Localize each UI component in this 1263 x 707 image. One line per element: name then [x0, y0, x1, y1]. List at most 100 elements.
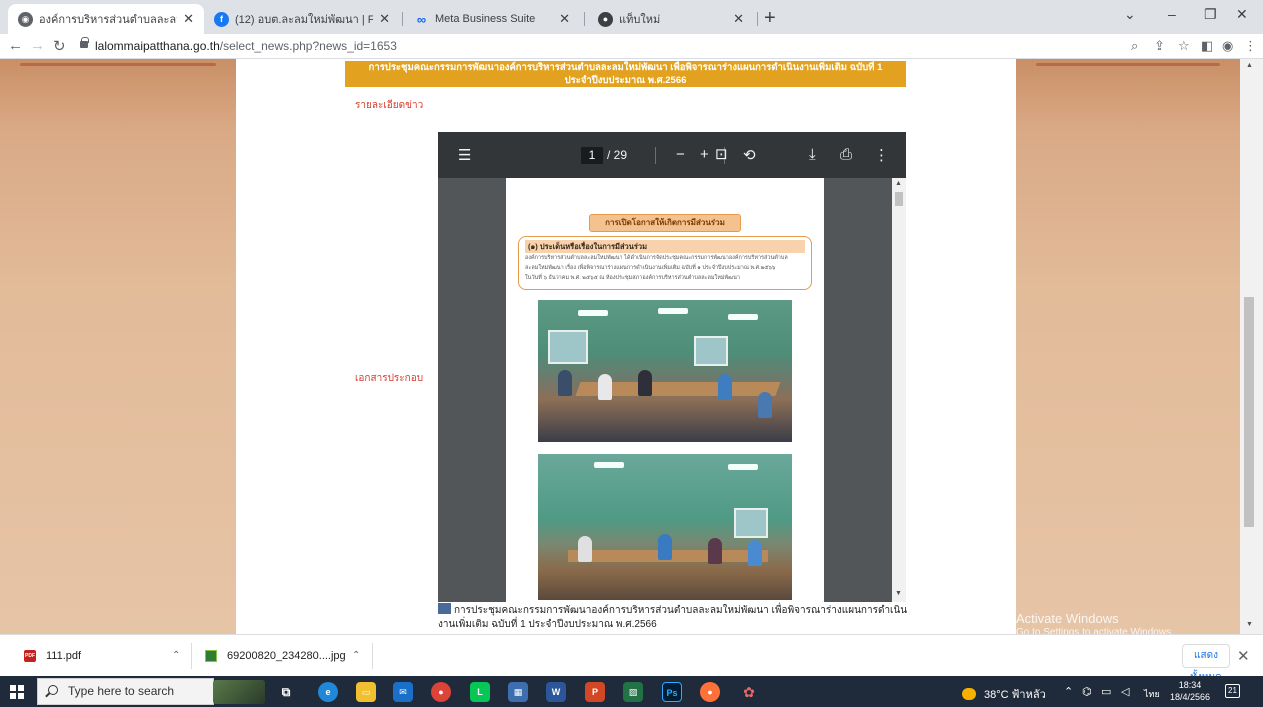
- browser-toolbar: ← → ↻ lalommaipatthana.go.th/select_news…: [0, 34, 1263, 59]
- show-all-downloads-button[interactable]: แสดงทั้งหมด: [1182, 644, 1230, 683]
- tab-title: องค์การบริหารส่วนตำบลละลมใหม่พัฒนา: [39, 14, 177, 26]
- rotate-icon[interactable]: ⟲: [743, 146, 756, 164]
- toolbar-divider: [655, 147, 656, 164]
- pdf-scroll-thumb[interactable]: [895, 192, 903, 206]
- download-divider: [191, 643, 192, 669]
- tab-search-icon[interactable]: ⌄: [1124, 6, 1136, 23]
- menu-kebab-icon[interactable]: ⋮: [1244, 38, 1257, 54]
- clock-date: 18/4/2566: [1170, 692, 1211, 702]
- photos-icon[interactable]: ▨: [623, 682, 643, 702]
- hamburger-menu-icon[interactable]: ☰: [458, 146, 471, 164]
- attachment-caption-text: การประชุมคณะกรรมการพัฒนาองค์การบริหารส่ว…: [438, 605, 908, 630]
- participation-box-title: (๑) ประเด็นหรือเรื่องในการมีส่วนร่วม: [525, 240, 805, 253]
- mail-icon[interactable]: ✉: [393, 682, 413, 702]
- url-host: lalommaipatthana.go.th: [95, 39, 220, 53]
- task-view-icon[interactable]: ⧉: [276, 682, 296, 702]
- new-tab-icon[interactable]: +: [764, 7, 776, 30]
- pdf-viewer[interactable]: ☰ 1 / 29 − + ⊡ ⟲ ⤓ ⎙ ⋮ การเปิดโอกาสให้เก…: [438, 132, 906, 602]
- zoom-icon[interactable]: ⌕: [1131, 38, 1138, 54]
- word-icon[interactable]: W: [546, 682, 566, 702]
- participation-text-line: ในวันที่ ๖ ธันวาคม พ.ศ. ๒๕๖๕ ณ ห้องประชุ…: [525, 275, 740, 281]
- restore-icon[interactable]: ❐: [1204, 6, 1217, 23]
- weather-sun-icon: [962, 688, 976, 700]
- page-scrollbar[interactable]: ▲ ▼: [1240, 59, 1263, 634]
- scroll-up-icon[interactable]: ▲: [895, 180, 902, 187]
- left-decoration: [0, 59, 236, 634]
- download-filename: 111.pdf: [46, 650, 82, 662]
- minimize-icon[interactable]: –: [1168, 6, 1176, 22]
- display-icon[interactable]: ▭: [1101, 685, 1111, 698]
- taskbar-search-box[interactable]: Type here to search: [37, 678, 214, 705]
- file-explorer-icon[interactable]: ▭: [356, 682, 376, 702]
- tab-new-tab[interactable]: ● แท็บใหม่ ✕: [588, 4, 754, 34]
- watermark-subtext: Go to Settings to activate Windows.: [1016, 627, 1174, 634]
- scroll-down-icon[interactable]: ▼: [1246, 621, 1253, 628]
- edge-icon[interactable]: e: [318, 682, 338, 702]
- more-options-icon[interactable]: ⋮: [874, 146, 889, 164]
- close-tab-icon[interactable]: ✕: [379, 11, 390, 27]
- close-tab-icon[interactable]: ✕: [183, 11, 194, 27]
- tab-lalommai[interactable]: ◉ องค์การบริหารส่วนตำบลละลมใหม่พัฒนา ✕: [8, 4, 204, 34]
- doc-heading: การเปิดโอกาสให้เกิดการมีส่วนร่วม: [589, 214, 741, 232]
- search-highlight-icon[interactable]: [213, 680, 265, 704]
- profile-avatar-icon[interactable]: ◉: [1222, 38, 1233, 54]
- reload-icon[interactable]: ↻: [53, 37, 66, 55]
- zoom-in-icon[interactable]: +: [700, 146, 709, 163]
- photoshop-icon[interactable]: Ps: [662, 682, 682, 702]
- scroll-down-icon[interactable]: ▼: [895, 590, 902, 597]
- globe-icon: ◉: [18, 11, 33, 27]
- close-tab-icon[interactable]: ✕: [559, 11, 570, 27]
- chevron-up-icon[interactable]: ⌃: [352, 650, 360, 661]
- side-panel-icon[interactable]: ◧: [1201, 38, 1213, 54]
- tab-meta-business-suite[interactable]: ∞ Meta Business Suite ✕: [404, 4, 580, 34]
- download-icon[interactable]: ⤓: [809, 146, 816, 163]
- firefox-icon[interactable]: ●: [700, 682, 720, 702]
- news-detail-label: รายละเอียดข่าว: [355, 100, 424, 111]
- weather-widget[interactable]: 38°C ฟ้าหลัว: [962, 685, 1046, 703]
- notification-center-icon[interactable]: 21: [1225, 684, 1240, 698]
- web-page: การประชุมคณะกรรมการพัฒนาองค์การบริหารส่ว…: [0, 59, 1263, 634]
- lock-icon: [80, 37, 89, 48]
- language-indicator[interactable]: ไทย: [1144, 687, 1160, 701]
- download-filename: 69200820_234280....jpg: [227, 650, 346, 662]
- close-tab-icon[interactable]: ✕: [733, 11, 744, 27]
- tab-strip: ◉ องค์การบริหารส่วนตำบลละลมใหม่พัฒนา ✕ f…: [0, 0, 1263, 34]
- app-icon[interactable]: ✿: [739, 682, 759, 702]
- download-item-jpg[interactable]: 69200820_234280....jpg: [205, 635, 346, 677]
- chevron-up-icon[interactable]: ⌃: [172, 650, 180, 661]
- attachment-caption[interactable]: การประชุมคณะกรรมการพัฒนาองค์การบริหารส่ว…: [438, 603, 908, 632]
- clock[interactable]: 18:34 18/4/2566: [1170, 679, 1210, 703]
- tray-overflow-icon[interactable]: ⌃: [1064, 685, 1073, 698]
- powerpoint-icon[interactable]: P: [585, 682, 605, 702]
- start-windows-icon[interactable]: [10, 685, 24, 699]
- tab-facebook[interactable]: f (12) อบต.ละลมใหม่พัฒนา | Facebook ✕: [204, 4, 400, 34]
- calculator-icon[interactable]: ▦: [508, 682, 528, 702]
- news-title: การประชุมคณะกรรมการพัฒนาองค์การบริหารส่ว…: [345, 61, 906, 87]
- back-icon[interactable]: ←: [8, 37, 23, 54]
- close-window-icon[interactable]: ✕: [1236, 6, 1248, 23]
- volume-icon[interactable]: ◁: [1121, 685, 1129, 698]
- tab-divider: [757, 12, 758, 26]
- page-number-input[interactable]: 1: [581, 147, 603, 164]
- pdf-scrollbar[interactable]: ▲ ▼: [892, 178, 906, 602]
- scroll-up-icon[interactable]: ▲: [1246, 62, 1253, 69]
- bookmark-star-icon[interactable]: ☆: [1178, 38, 1190, 54]
- zoom-out-icon[interactable]: −: [676, 146, 685, 163]
- pdf-file-icon: PDF: [24, 650, 36, 662]
- chrome-icon[interactable]: ●: [431, 682, 451, 702]
- url-path: /select_news.php?news_id=1653: [219, 39, 397, 53]
- participation-text-line: องค์การบริหารส่วนตำบลละลมใหม่พัฒนา ได้ดำ…: [525, 255, 788, 261]
- participation-text-line: ละลมใหม่พัฒนา เรื่อง เพื่อพิจารณาร่างแผน…: [525, 265, 776, 271]
- fit-to-page-icon[interactable]: ⊡: [715, 145, 728, 163]
- share-icon[interactable]: ⇪: [1154, 38, 1165, 54]
- network-icon[interactable]: ⌬: [1082, 685, 1092, 698]
- close-download-bar-icon[interactable]: ✕: [1237, 647, 1250, 665]
- print-icon[interactable]: ⎙: [840, 146, 852, 163]
- page-scroll-thumb[interactable]: [1244, 297, 1254, 527]
- address-bar[interactable]: lalommaipatthana.go.th/select_news.php?n…: [95, 37, 397, 55]
- download-item-pdf[interactable]: PDF 111.pdf: [24, 635, 81, 677]
- line-icon[interactable]: L: [470, 682, 490, 702]
- page-total: / 29: [607, 148, 628, 162]
- forward-icon[interactable]: →: [30, 37, 45, 54]
- download-divider: [372, 643, 373, 669]
